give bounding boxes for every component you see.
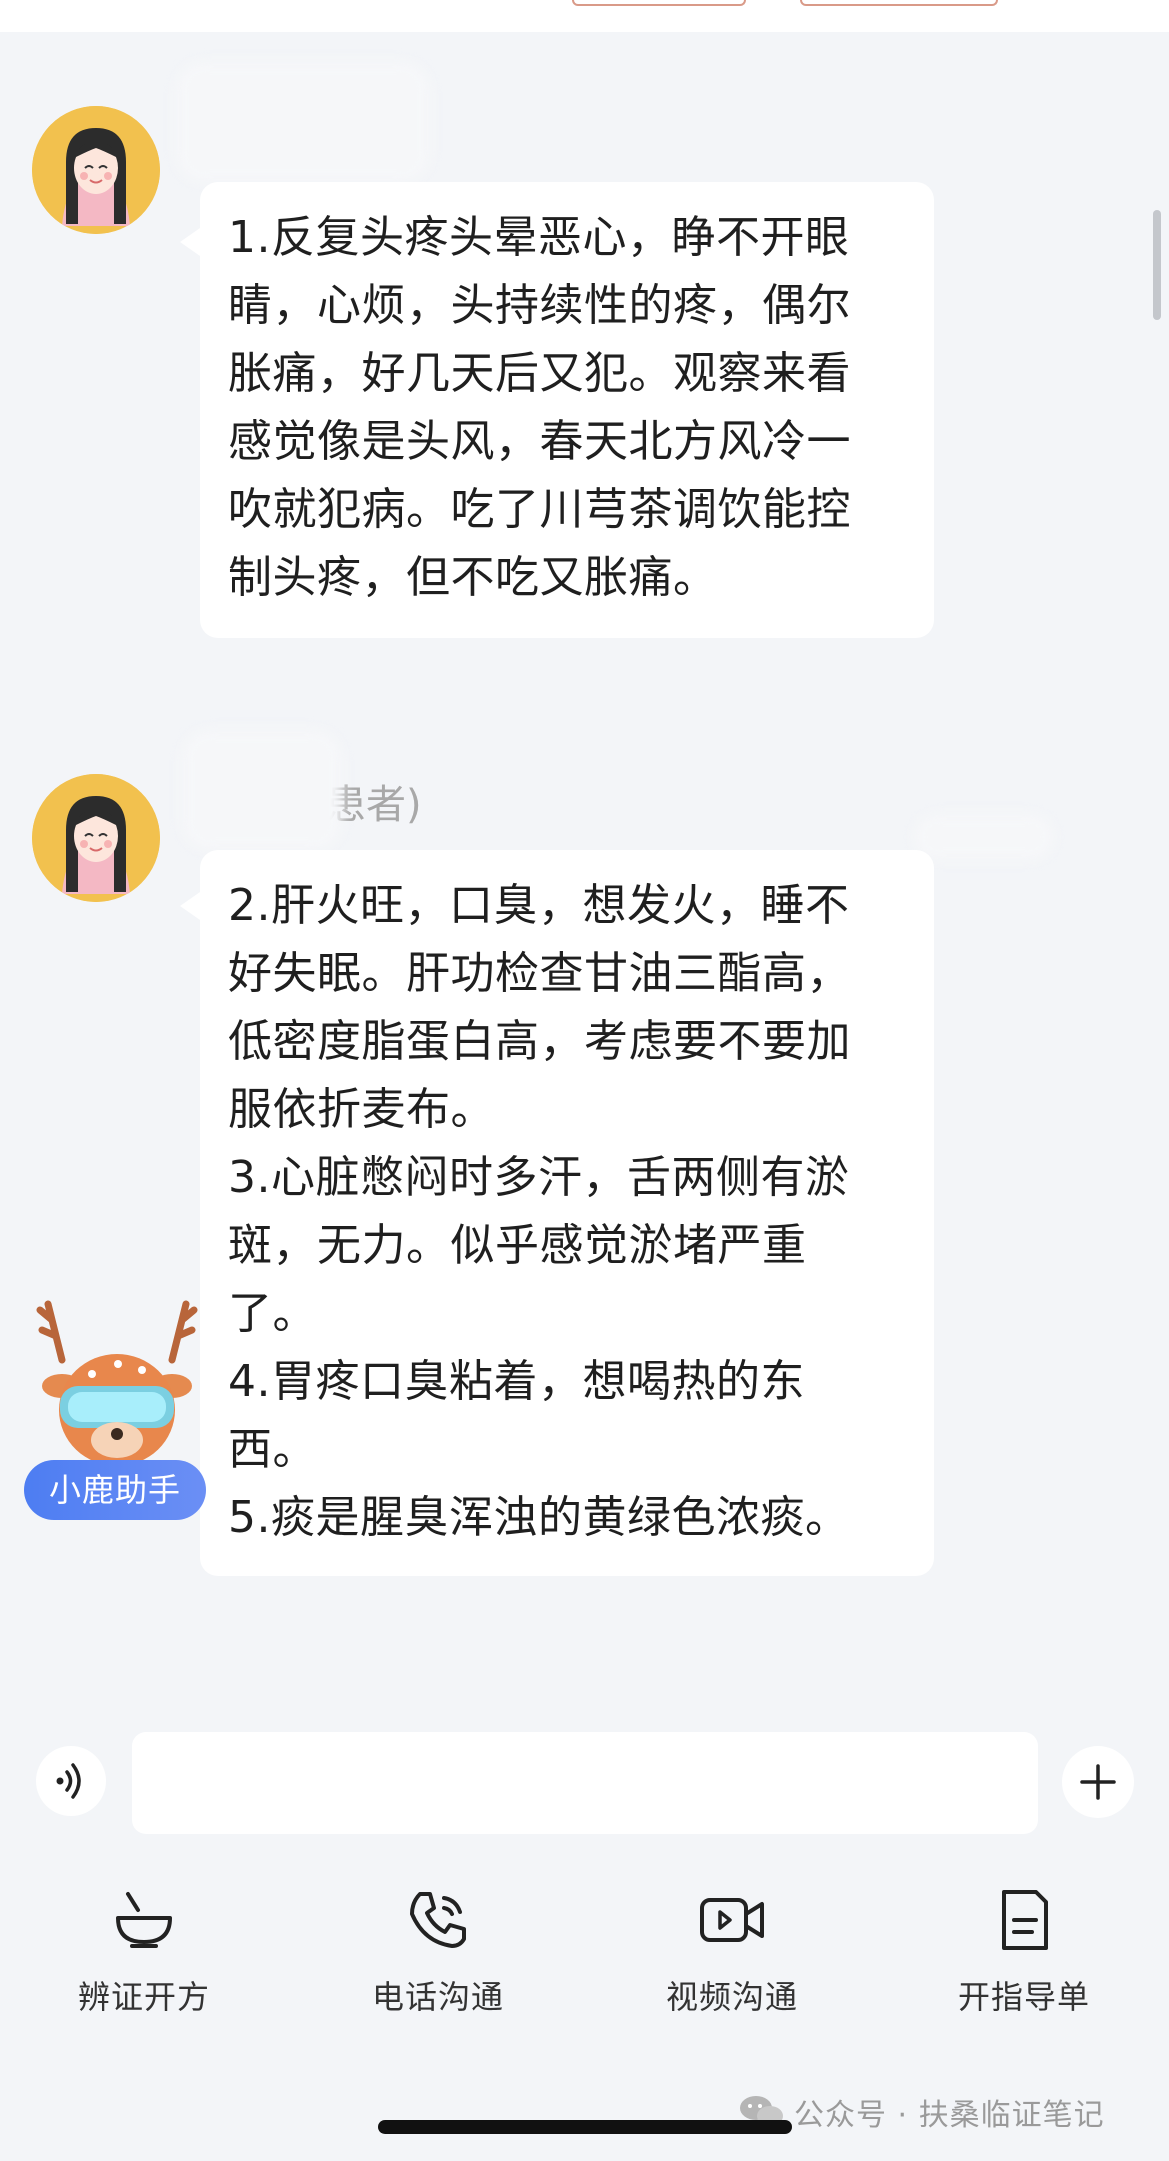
avatar-girl-icon bbox=[32, 106, 160, 234]
top-bar bbox=[0, 0, 1169, 32]
top-action-button[interactable] bbox=[800, 0, 998, 6]
bubble-tail bbox=[180, 892, 200, 920]
patient-avatar[interactable] bbox=[32, 774, 160, 902]
message-bubble: 2.肝火旺，口臭，想发火，睡不 好失眠。肝功检查甘油三酯高， 低密度脂蛋白高，考… bbox=[200, 850, 934, 1576]
tool-phone[interactable]: 电话沟通 bbox=[338, 1880, 538, 2016]
privacy-blur bbox=[176, 62, 430, 182]
home-indicator[interactable] bbox=[378, 2120, 792, 2134]
message-text: 2.肝火旺，口臭，想发火，睡不 好失眠。肝功检查甘油三酯高， 低密度脂蛋白高，考… bbox=[228, 880, 851, 1543]
watermark: 公众号 · 扶桑临证笔记 bbox=[794, 2098, 1105, 2133]
patient-avatar[interactable] bbox=[32, 106, 160, 234]
add-button[interactable] bbox=[1062, 1746, 1134, 1818]
privacy-blur bbox=[182, 730, 342, 850]
tool-label: 电话沟通 bbox=[371, 1978, 504, 2016]
bubble-tail bbox=[180, 228, 200, 256]
scrollbar[interactable] bbox=[1153, 210, 1161, 320]
video-icon bbox=[700, 1898, 764, 1942]
tool-label: 视频沟通 bbox=[665, 1978, 798, 2016]
phone-icon bbox=[410, 1892, 466, 1948]
tool-label: 辨证开方 bbox=[77, 1978, 210, 2016]
tool-video[interactable]: 视频沟通 bbox=[632, 1880, 832, 2016]
tool-guidance[interactable]: 开指导单 bbox=[924, 1880, 1124, 2016]
assistant-badge[interactable]: 小鹿助手 bbox=[24, 1460, 206, 1520]
avatar-girl-icon bbox=[32, 774, 160, 902]
message-input[interactable] bbox=[132, 1732, 1038, 1834]
input-bar bbox=[0, 1720, 1169, 1840]
privacy-blur bbox=[914, 814, 1054, 860]
document-icon bbox=[1002, 1890, 1048, 1950]
tool-label: 开指导单 bbox=[957, 1978, 1090, 2016]
tool-prescribe[interactable]: 辨证开方 bbox=[44, 1880, 244, 2016]
top-action-button[interactable] bbox=[572, 0, 746, 6]
herbal-bowl-icon bbox=[116, 1892, 172, 1948]
voice-icon bbox=[56, 1763, 81, 1799]
message-text: 1.反复头疼头晕恶心，睁不开眼 睛，心烦，头持续性的疼，偶尔 胀痛，好几天后又犯… bbox=[228, 212, 851, 603]
message-bubble: 1.反复头疼头晕恶心，睁不开眼 睛，心烦，头持续性的疼，偶尔 胀痛，好几天后又犯… bbox=[200, 182, 934, 638]
plus-icon bbox=[1080, 1764, 1116, 1800]
voice-button[interactable] bbox=[36, 1746, 106, 1816]
